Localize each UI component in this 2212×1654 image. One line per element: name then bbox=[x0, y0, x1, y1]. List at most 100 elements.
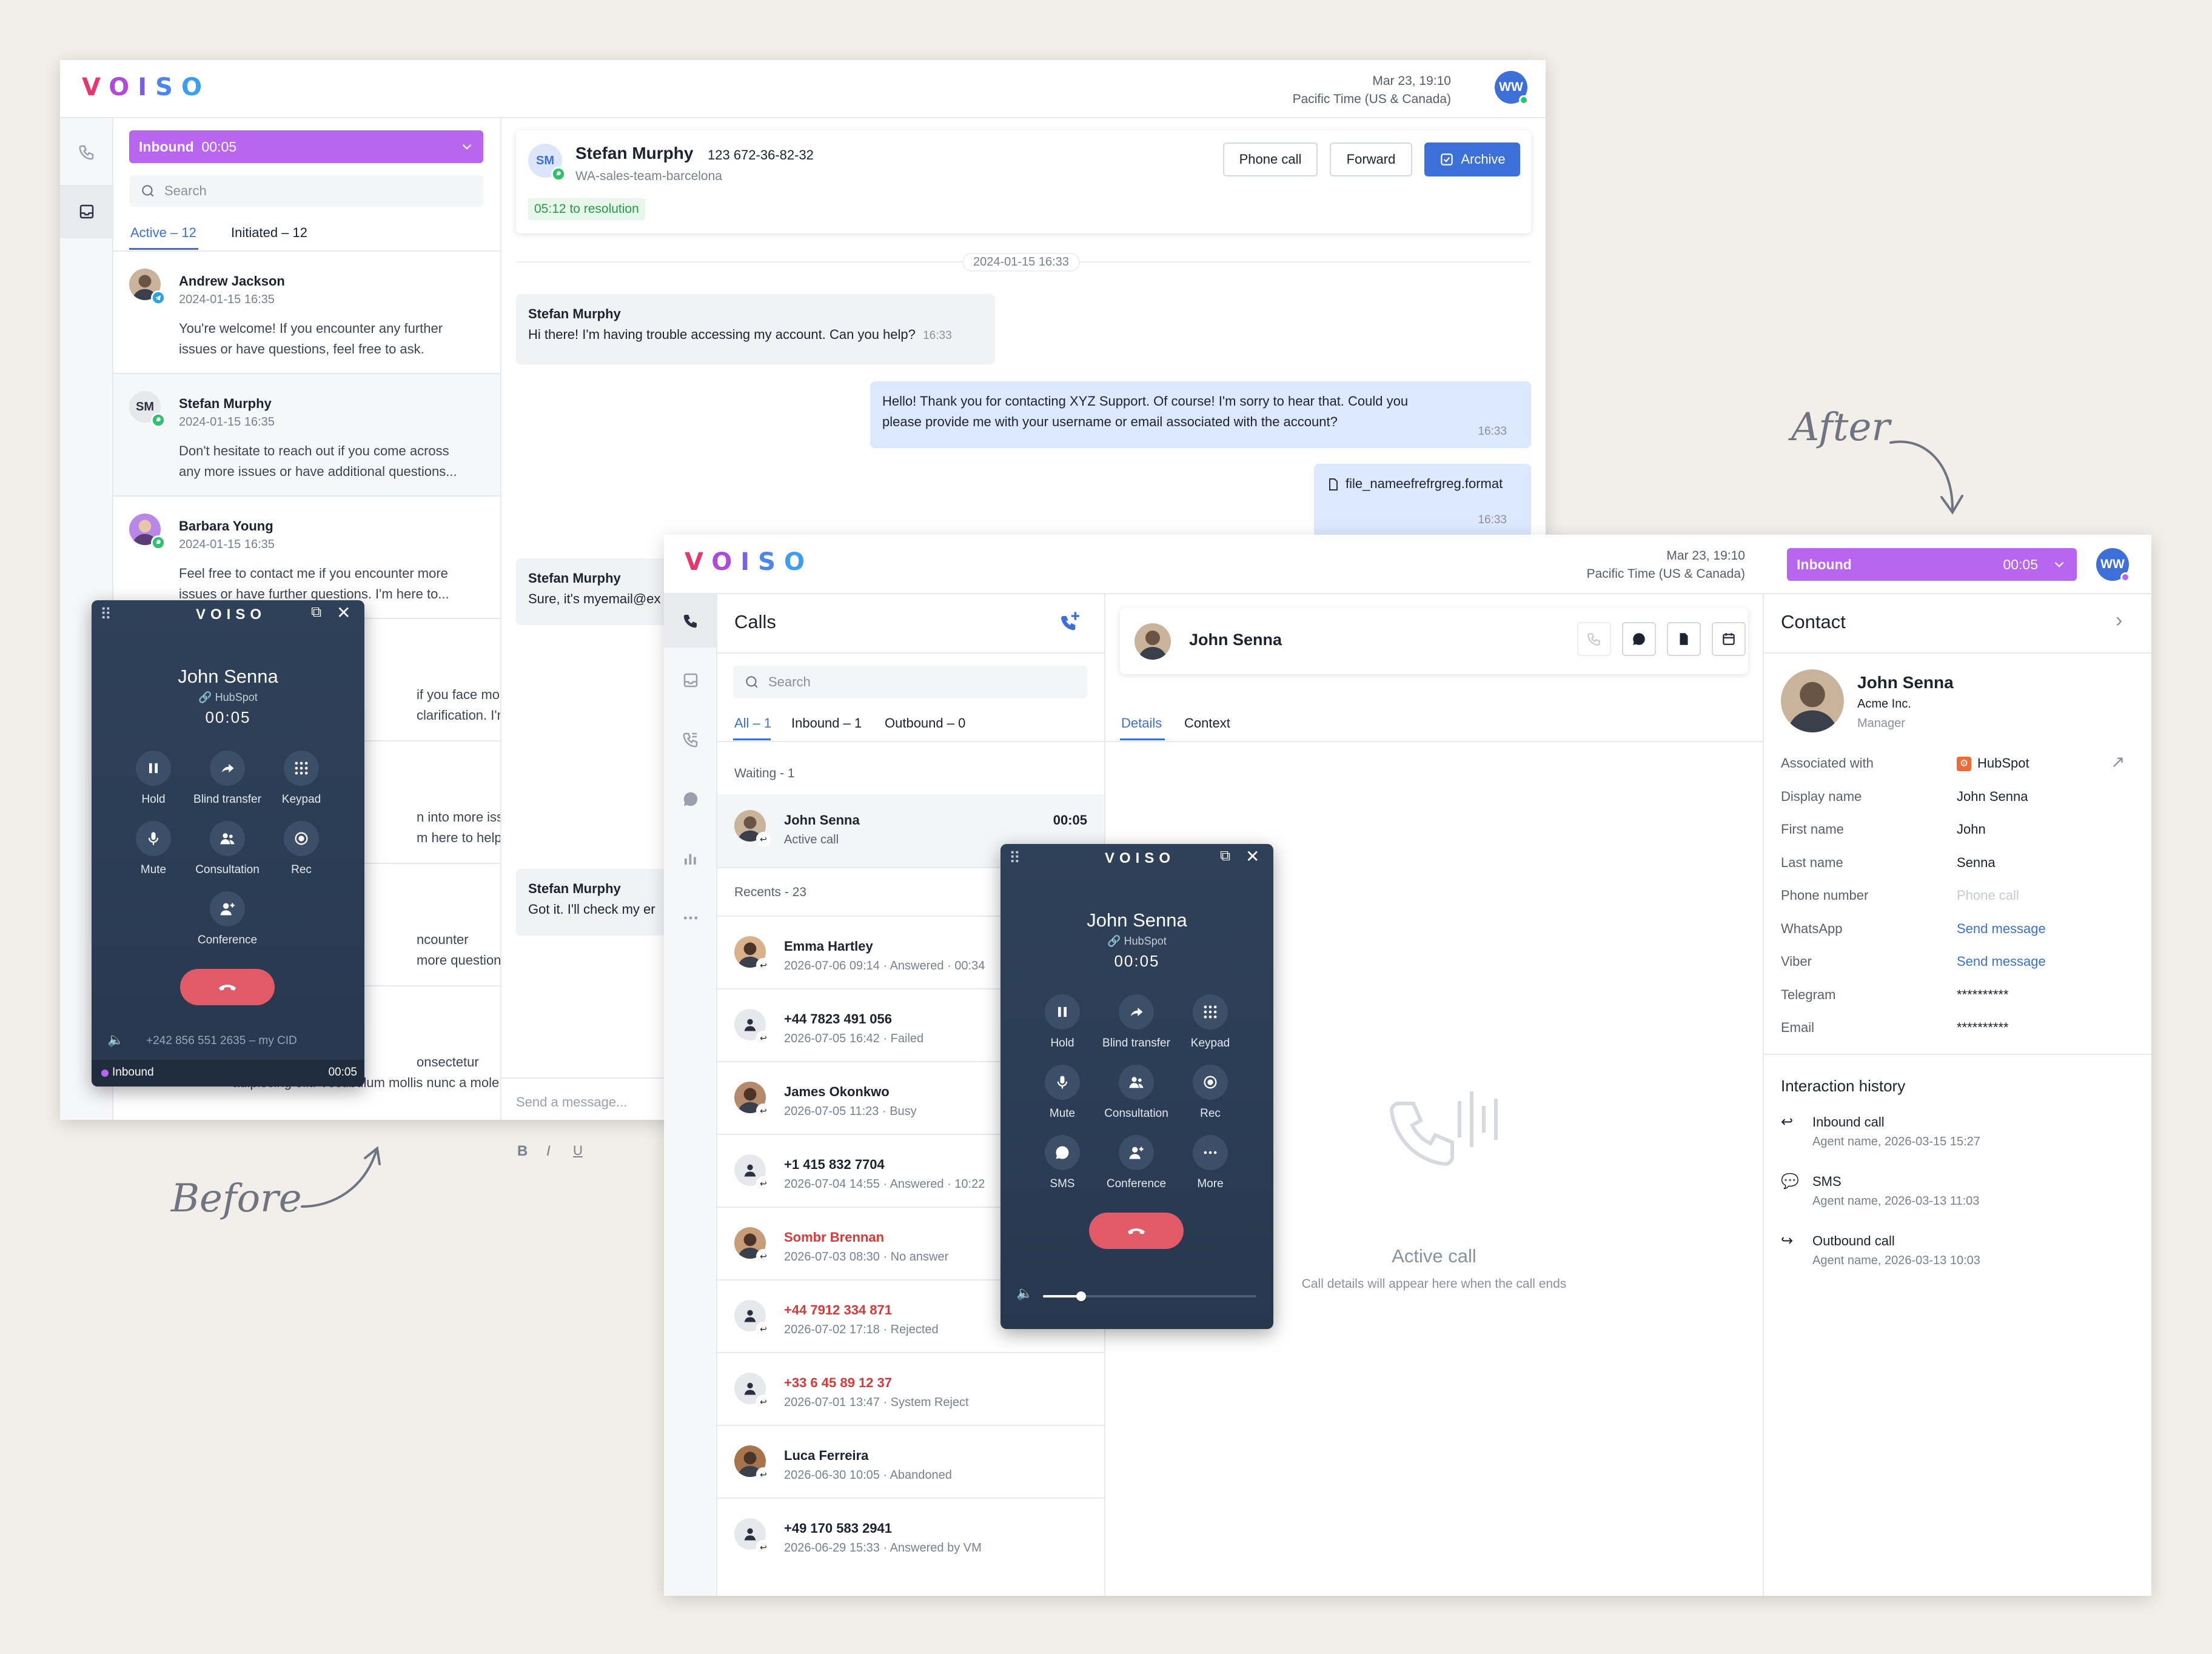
hubspot-icon: ⚙ bbox=[1957, 757, 1971, 772]
recents-label: Recents - 23 bbox=[734, 885, 807, 899]
inbox-icon[interactable] bbox=[664, 654, 717, 707]
conversation-item[interactable]: SM Stefan Murphy 2024-01-15 16:35 Don't … bbox=[113, 374, 561, 495]
record-button[interactable]: Rec bbox=[265, 821, 338, 877]
conversation-name: Barbara Young bbox=[179, 518, 273, 534]
users-icon bbox=[1129, 1077, 1144, 1088]
user-avatar[interactable]: WW bbox=[1495, 71, 1529, 105]
expand-icon[interactable]: ⧉ bbox=[1220, 848, 1230, 865]
keypad-button[interactable]: Keypad bbox=[1174, 994, 1247, 1050]
notes-button[interactable] bbox=[1667, 622, 1701, 656]
left-rail bbox=[664, 594, 717, 1596]
history-type: Inbound call bbox=[1812, 1114, 1885, 1130]
end-call-button[interactable] bbox=[1089, 1213, 1184, 1249]
phone-call-button[interactable]: Phone call bbox=[1223, 142, 1318, 176]
consultation-button[interactable]: Consultation bbox=[1100, 1065, 1173, 1120]
hold-button[interactable]: Hold bbox=[117, 751, 190, 806]
field-value[interactable]: Send message bbox=[1957, 921, 2046, 937]
phone-transfer-icon[interactable] bbox=[60, 126, 113, 179]
sms-icon: 💬 bbox=[1781, 1173, 1799, 1190]
chevron-right-icon[interactable]: › bbox=[2116, 609, 2122, 632]
calendar-button[interactable] bbox=[1712, 622, 1746, 656]
sms-button[interactable]: SMS bbox=[1026, 1135, 1099, 1191]
blind-transfer-button[interactable]: Blind transfer bbox=[1100, 994, 1173, 1050]
underline-icon[interactable]: U bbox=[573, 1143, 583, 1159]
hold-button[interactable]: Hold bbox=[1026, 994, 1099, 1050]
forward-button[interactable]: Forward bbox=[1330, 142, 1412, 176]
archive-button[interactable]: Archive bbox=[1424, 142, 1520, 176]
recent-call-row[interactable]: ↩ +33 6 45 89 12 37 2026-07-01 13:47 · Sys… bbox=[717, 1352, 1104, 1425]
call-direction-icon: ↩ bbox=[756, 1540, 771, 1555]
blind-transfer-button[interactable]: Blind transfer bbox=[191, 751, 264, 806]
drag-handle-icon[interactable]: ⠿ bbox=[1009, 849, 1021, 868]
user-avatar[interactable]: WW bbox=[2096, 548, 2130, 582]
recent-call-name: +44 7912 334 871 bbox=[784, 1302, 893, 1318]
mute-button[interactable]: Mute bbox=[117, 821, 190, 877]
status-timer: 00:05 bbox=[328, 1066, 357, 1079]
analytics-icon[interactable] bbox=[664, 832, 717, 885]
field-value[interactable]: Phone call bbox=[1957, 888, 2019, 903]
history-item[interactable]: 💬 SMS Agent name, 2026-03-13 11:03 bbox=[1764, 1170, 2151, 1230]
history-item[interactable]: ↪ Outbound call Agent name, 2026-03-13 10:… bbox=[1764, 1230, 2151, 1289]
contact-field-row: Associated with ⚙ HubSpot ↗ bbox=[1781, 749, 2139, 782]
drag-handle-icon[interactable]: ⠿ bbox=[100, 605, 112, 624]
volume-slider[interactable] bbox=[1043, 1291, 1256, 1301]
message-button[interactable] bbox=[1622, 622, 1656, 656]
field-value[interactable]: Send message bbox=[1957, 954, 2046, 969]
end-call-button[interactable] bbox=[180, 969, 275, 1005]
tab-all[interactable]: All – 1 bbox=[734, 715, 771, 731]
close-icon[interactable]: ✕ bbox=[1245, 846, 1259, 866]
more-icon[interactable] bbox=[664, 891, 717, 945]
external-link-icon[interactable]: ↗ bbox=[2111, 752, 2125, 772]
tab-active[interactable]: Active – 12 bbox=[130, 225, 196, 241]
recent-call-name: +49 170 583 2941 bbox=[784, 1521, 893, 1536]
inbox-icon[interactable] bbox=[60, 185, 113, 238]
volume-knob[interactable] bbox=[1076, 1291, 1087, 1301]
tab-details[interactable]: Details bbox=[1121, 715, 1162, 731]
conversation-preview: issues or have questions, feel free to a… bbox=[179, 341, 424, 357]
consultation-button[interactable]: Consultation bbox=[191, 821, 264, 877]
more-button[interactable]: More bbox=[1174, 1135, 1247, 1191]
recent-call-info: 2026-07-04 14:55 · Answered · 10:22 bbox=[784, 1177, 985, 1191]
conversation-preview: You're welcome! If you encounter any fur… bbox=[179, 321, 443, 336]
phone-icon[interactable] bbox=[664, 594, 717, 648]
tab-initiated[interactable]: Initiated – 12 bbox=[231, 225, 307, 241]
voiso-logo: VOISO bbox=[685, 548, 813, 576]
inbound-bar[interactable]: Inbound 00:05 bbox=[1787, 548, 2077, 581]
conference-button[interactable]: Conference bbox=[191, 891, 264, 947]
tab-context[interactable]: Context bbox=[1184, 715, 1230, 731]
search-icon bbox=[746, 676, 758, 688]
search-input[interactable]: Search bbox=[129, 175, 483, 207]
call-button[interactable] bbox=[1577, 622, 1611, 656]
inbound-bar[interactable]: Inbound 00:05 bbox=[129, 130, 483, 163]
chevron-down-icon bbox=[2054, 561, 2064, 568]
expand-icon[interactable]: ⧉ bbox=[311, 604, 321, 621]
tab-outbound[interactable]: Outbound – 0 bbox=[885, 715, 965, 731]
recent-call-row[interactable]: ↩ Luca Ferreira 2026-06-30 10:05 · Abandon… bbox=[717, 1425, 1104, 1498]
field-value: ********** bbox=[1957, 1020, 2009, 1035]
recent-call-row[interactable]: ↩ +49 170 583 2941 2026-06-29 15:33 · Answ… bbox=[717, 1498, 1104, 1570]
speaker-icon[interactable]: 🔈 bbox=[1016, 1285, 1033, 1301]
recent-call-info: 2026-07-05 11:23 · Busy bbox=[784, 1105, 917, 1118]
message-composer[interactable]: Send a message... bbox=[516, 1094, 627, 1110]
record-button[interactable]: Rec bbox=[1174, 1065, 1247, 1120]
italic-icon[interactable]: I bbox=[546, 1143, 551, 1160]
close-icon[interactable]: ✕ bbox=[337, 603, 350, 623]
bold-icon[interactable]: B bbox=[517, 1143, 528, 1160]
speaker-icon[interactable]: 🔈 bbox=[107, 1032, 124, 1048]
chat-icon[interactable] bbox=[664, 772, 717, 826]
recent-call-info: 2026-07-05 16:42 · Failed bbox=[784, 1032, 924, 1045]
field-value: ********** bbox=[1957, 986, 2009, 1002]
add-call-icon[interactable] bbox=[1058, 610, 1082, 634]
contact-title: Contact bbox=[1781, 611, 1846, 632]
call-log-icon[interactable] bbox=[664, 713, 717, 766]
conversation-item[interactable]: Andrew Jackson 2024-01-15 16:35 You're w… bbox=[113, 252, 561, 373]
field-label: WhatsApp bbox=[1781, 920, 1843, 936]
conference-button[interactable]: Conference bbox=[1100, 1135, 1173, 1191]
mute-button[interactable]: Mute bbox=[1026, 1065, 1099, 1120]
tab-inbound[interactable]: Inbound – 1 bbox=[791, 715, 862, 731]
file-bubble[interactable]: file_nameefrefrgreg.format 16:33 bbox=[1314, 464, 1531, 537]
conversation-item[interactable]: Barbara Young 2024-01-15 16:35 Feel free… bbox=[113, 497, 561, 618]
history-item[interactable]: ↩ Inbound call Agent name, 2026-03-15 15:2… bbox=[1764, 1111, 2151, 1170]
keypad-button[interactable]: Keypad bbox=[265, 751, 338, 806]
search-input[interactable]: Search bbox=[733, 666, 1087, 698]
